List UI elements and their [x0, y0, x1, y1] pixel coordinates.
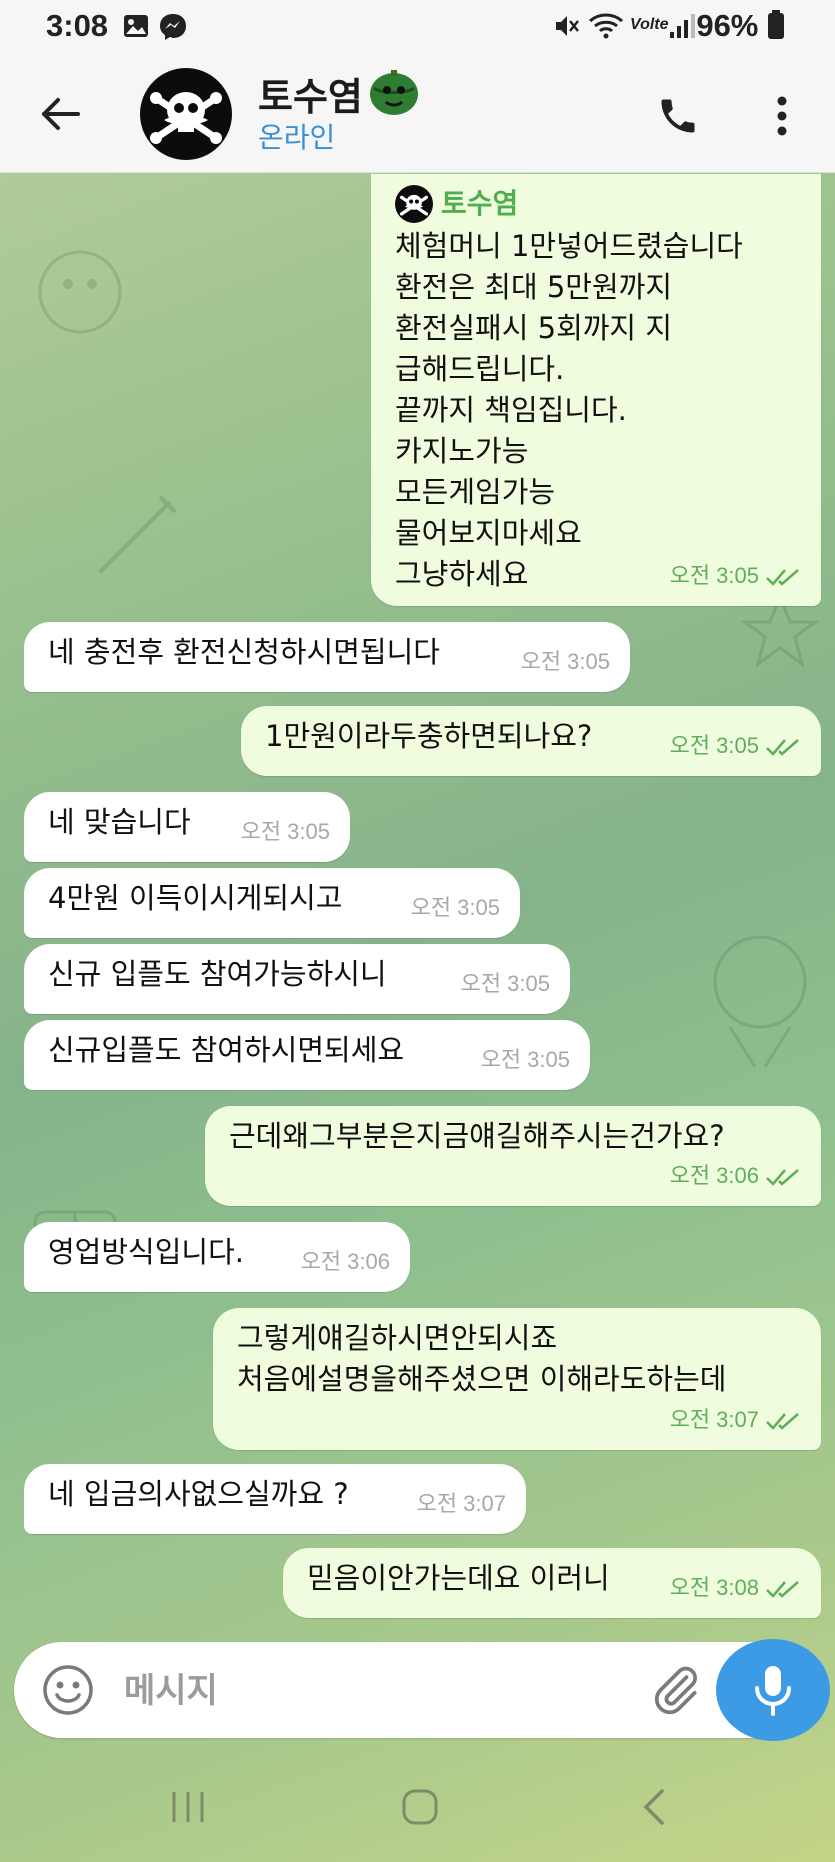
signal-icon [668, 12, 696, 45]
wifi-icon [588, 12, 624, 45]
system-nav-bar [0, 1752, 835, 1862]
paperclip-icon [654, 1666, 697, 1715]
message-bubble-outgoing[interactable]: 믿음이안가는데요 이러니 오전 3:08 [283, 1548, 821, 1618]
message-bubble-incoming[interactable]: 네 입금의사없으실까요 ? 오전 3:07 [24, 1464, 526, 1534]
message-time: 오전 3:05 [670, 555, 801, 596]
microphone-icon [755, 1666, 791, 1716]
skull-crossbones-icon [399, 194, 429, 216]
forwarded-avatar [395, 185, 433, 223]
avatar[interactable] [140, 68, 232, 160]
emoji-button[interactable] [42, 1664, 94, 1716]
message-bubble-outgoing[interactable]: 그렇게얘길하시면안되시죠 처음에설명을해주셨으면 이해라도하는데 오전 3:07 [213, 1308, 821, 1450]
message-time: 오전 3:05 [410, 895, 500, 920]
double-check-icon [766, 1581, 799, 1599]
messenger-icon [158, 12, 188, 47]
contact-name: 토수염 [258, 77, 363, 119]
home-icon [402, 1789, 438, 1825]
message-bubble-incoming[interactable]: 네 충전후 환전신청하시면됩니다 오전 3:05 [24, 622, 630, 692]
mute-icon [552, 12, 580, 45]
attach-button[interactable] [648, 1662, 704, 1718]
message-text: 체험머니 1만넣어드렸습니다 환전은 최대 5만원까지 환전실패시 5회까지 지… [395, 229, 743, 591]
message-input[interactable] [122, 1660, 646, 1722]
message-time-text: 오전 3:05 [669, 733, 759, 758]
recent-apps-icon [172, 1792, 204, 1822]
gallery-icon [122, 12, 150, 45]
home-button[interactable] [390, 1782, 450, 1832]
back-button[interactable] [28, 86, 92, 142]
phone-icon [661, 99, 695, 133]
message-time: 오전 3:07 [416, 1491, 506, 1516]
chat-area[interactable]: 토수염 체험머니 1만넣어드렸습니다 환전은 최대 5만원까지 환전실패시 5회… [0, 172, 835, 1632]
forwarded-sender[interactable]: 토수염 [395, 184, 799, 224]
message-bubble-outgoing[interactable]: 1만원이라두충하면되나요? 오전 3:05 [241, 706, 821, 776]
voice-record-button[interactable] [716, 1639, 830, 1741]
message-time: 오전 3:05 [240, 819, 330, 844]
double-check-icon [766, 1169, 799, 1187]
message-time-text: 오전 3:06 [669, 1163, 759, 1188]
message-time: 오전 3:06 [300, 1249, 390, 1274]
message-time: 오전 3:05 [670, 725, 801, 766]
message-time-text: 오전 3:05 [669, 563, 759, 588]
double-check-icon [766, 569, 799, 587]
battery-level: 96% [696, 8, 785, 44]
chevron-left-icon [643, 1789, 664, 1825]
message-bubble-incoming[interactable]: 네 맞습니다 오전 3:05 [24, 792, 350, 862]
message-bubble-incoming[interactable]: 영업방식입니다. 오전 3:06 [24, 1222, 410, 1292]
message-time: 오전 3:05 [460, 971, 550, 996]
contact-status: 온라인 [258, 122, 336, 153]
more-vertical-icon [777, 96, 787, 136]
skull-crossbones-icon [150, 92, 222, 144]
status-bar: 3:08 Volte 96% [0, 0, 835, 56]
battery-percent: 96% [696, 8, 759, 43]
message-bubble-outgoing[interactable]: 토수염 체험머니 1만넣어드렸습니다 환전은 최대 5만원까지 환전실패시 5회… [371, 174, 821, 606]
message-time: 오전 3:07 [670, 1399, 801, 1440]
double-check-icon [766, 739, 799, 757]
message-bubble-incoming[interactable]: 4만원 이득이시게되시고 오전 3:05 [24, 868, 520, 938]
more-options-button[interactable] [760, 86, 804, 146]
message-time: 오전 3:05 [480, 1047, 570, 1072]
network-label: Volte [630, 16, 669, 33]
battery-icon [768, 10, 784, 39]
smiley-icon [43, 1665, 93, 1715]
bg-doodle-icon [38, 250, 122, 334]
arrow-left-icon [42, 98, 80, 130]
message-time: 오전 3:08 [670, 1567, 801, 1608]
double-check-icon [766, 1413, 799, 1431]
bg-doodle-icon [98, 495, 177, 574]
message-bubble-incoming[interactable]: 신규 입플도 참여가능하시니 오전 3:05 [24, 944, 570, 1014]
message-bubble-outgoing[interactable]: 근데왜그부분은지금얘길해주시는건가요? 오전 3:06 [205, 1106, 821, 1206]
back-nav-button[interactable] [624, 1782, 684, 1832]
message-text: 근데왜그부분은지금얘길해주시는건가요? [229, 1119, 725, 1153]
call-button[interactable] [648, 86, 708, 146]
message-composer [14, 1642, 820, 1738]
bg-doodle-icon [713, 935, 807, 1068]
watermelon-emoji-icon [368, 68, 420, 116]
recent-apps-button[interactable] [158, 1782, 218, 1832]
message-bubble-incoming[interactable]: 신규입플도 참여하시면되세요 오전 3:05 [24, 1020, 590, 1090]
chat-header: 토수염 온라인 [0, 56, 835, 173]
message-time: 오전 3:05 [520, 649, 610, 674]
forwarded-sender-name: 토수염 [441, 187, 519, 220]
message-text: 그렇게얘길하시면안되시죠 처음에설명을해주셨으면 이해라도하는데 [237, 1321, 727, 1396]
status-time: 3:08 [46, 8, 109, 43]
message-time: 오전 3:06 [670, 1155, 801, 1196]
message-time-text: 오전 3:08 [669, 1575, 759, 1600]
message-time-text: 오전 3:07 [669, 1407, 759, 1432]
